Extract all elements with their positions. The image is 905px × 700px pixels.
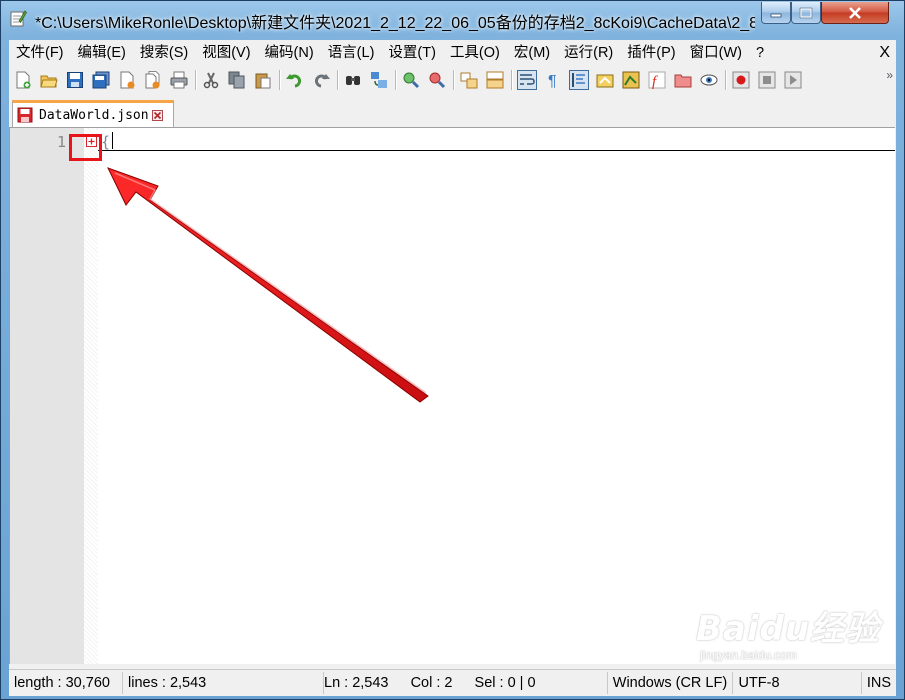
- annotation-arrow: [107, 167, 429, 403]
- watermark-main: Baidu经验: [696, 609, 881, 649]
- watermark-url: jingyan.baidu.com: [700, 648, 797, 662]
- watermark: Baidu经验 jingyan.baidu.com: [696, 601, 880, 662]
